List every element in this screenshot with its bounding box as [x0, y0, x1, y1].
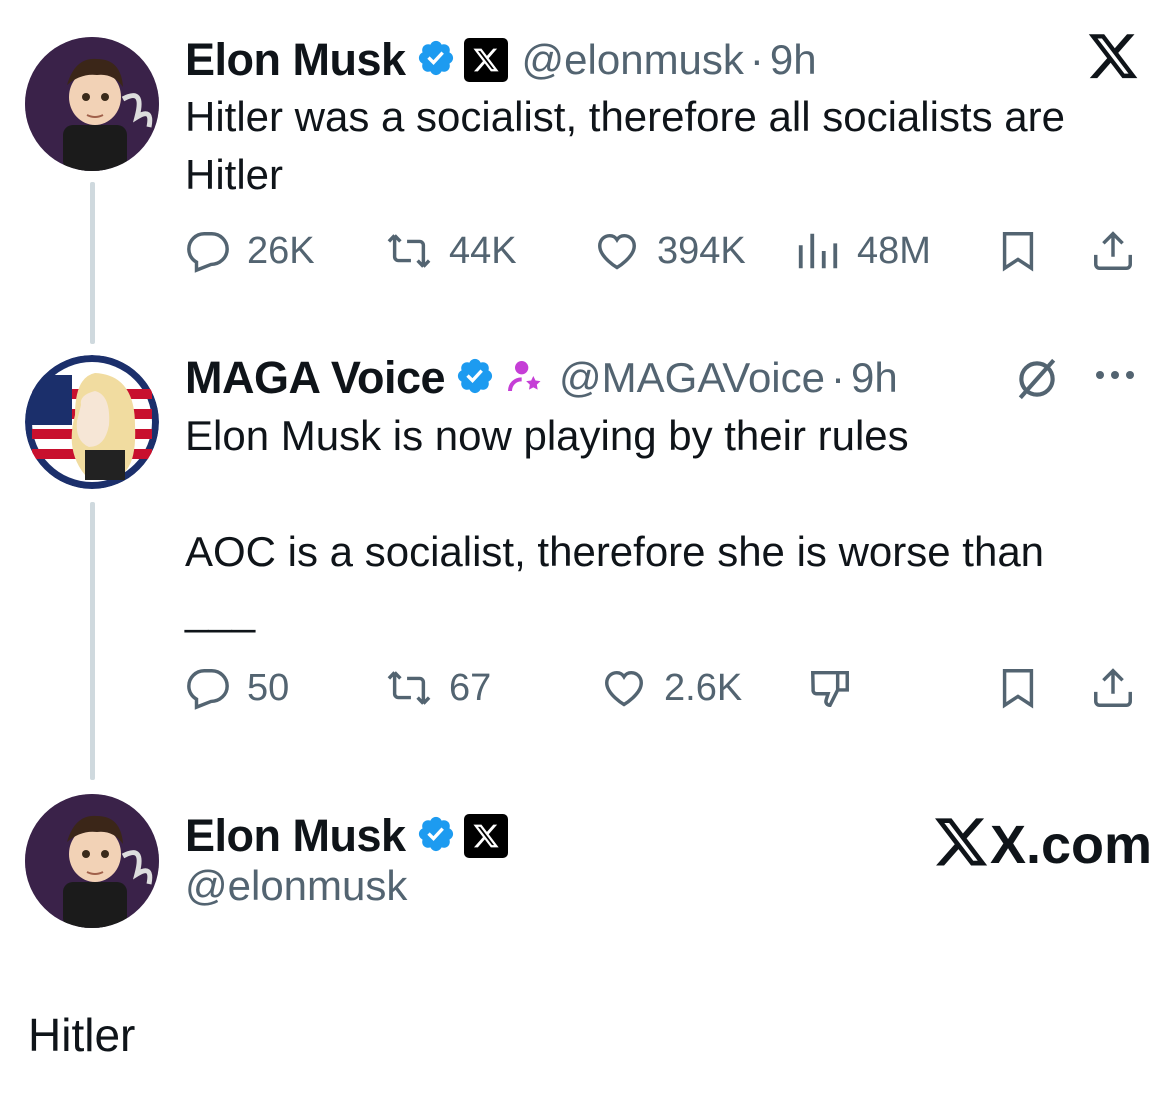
author-handle[interactable]: @elonmusk [185, 862, 407, 910]
reply-count: 26K [247, 229, 315, 272]
views-icon [798, 233, 838, 269]
tweet2-actions: 50 67 2.6K [185, 665, 1140, 715]
tweet1-header: Elon Musk @elonmusk · 9h [185, 30, 817, 90]
author-name[interactable]: MAGA Voice [185, 352, 446, 404]
like-count: 2.6K [664, 666, 743, 709]
like-button[interactable]: 394K [593, 228, 746, 274]
author-handle[interactable]: @MAGAVoice [559, 354, 825, 402]
tweet1-text-line1: Hitler was a socialist, therefore all so… [185, 93, 1065, 140]
like-button[interactable]: 2.6K [600, 665, 742, 711]
x-logo-icon[interactable] [1086, 34, 1140, 89]
more-icon[interactable] [1090, 360, 1140, 395]
avatar-elon-musk[interactable] [25, 37, 159, 171]
views-count: 48M [857, 229, 931, 272]
dislike-button[interactable] [805, 665, 855, 716]
reply-button[interactable]: 50 [185, 665, 289, 711]
tweet1-actions: 26K 44K 394K 48M [185, 228, 1140, 278]
timestamp[interactable]: 9h [851, 354, 898, 402]
author-name[interactable]: Elon Musk [185, 34, 406, 86]
bookmark-button[interactable] [995, 228, 1041, 279]
reply-button[interactable]: 26K [185, 228, 315, 274]
verified-badge-icon [455, 356, 495, 401]
like-icon [605, 670, 643, 707]
author-name[interactable]: Elon Musk [185, 810, 406, 862]
tweet1-text: Hitler was a socialist, therefore all so… [185, 88, 1065, 204]
retweet-button[interactable]: 67 [385, 665, 491, 711]
like-count: 394K [657, 229, 746, 272]
avatar-maga-voice[interactable] [25, 355, 159, 489]
retweet-count: 67 [449, 666, 492, 709]
avatar-elon-musk[interactable] [25, 794, 159, 928]
retweet-button[interactable]: 44K [385, 228, 517, 274]
bookmark-icon [1002, 232, 1034, 272]
bookmark-button[interactable] [995, 665, 1041, 716]
verified-badge-icon [416, 814, 456, 859]
tweet2-text-line2: AOC is a socialist, therefore she is wor… [185, 528, 1045, 575]
dislike-icon [810, 670, 849, 707]
bookmark-icon [1002, 669, 1034, 709]
share-button[interactable] [1090, 665, 1136, 716]
views-button[interactable]: 48M [795, 228, 931, 274]
tweet2-text-line1: Elon Musk is now playing by their rules [185, 412, 909, 459]
share-button[interactable] [1090, 228, 1136, 279]
x-affiliate-icon [463, 814, 508, 858]
thread-line [90, 502, 95, 780]
timestamp[interactable]: 9h [770, 36, 817, 84]
grok-icon[interactable] [1012, 354, 1062, 409]
like-icon [598, 233, 636, 270]
author-handle[interactable]: @elonmusk [522, 36, 744, 84]
x-brand-text: X.com [990, 815, 1153, 875]
tweet3-header: Elon Musk [185, 806, 508, 866]
reply-icon [187, 232, 229, 273]
tweet1-text-line2: Hitler [185, 151, 284, 198]
separator-dot: · [749, 36, 764, 83]
reply-count: 50 [247, 666, 290, 709]
retweet-count: 44K [449, 229, 517, 272]
tweet2-text-line3: ___ [185, 586, 256, 633]
x-affiliate-icon [463, 38, 508, 82]
tweet2-text: Elon Musk is now playing by their rules … [185, 407, 1044, 639]
separator-dot: · [831, 354, 845, 401]
tweet3-text: Hitler [28, 1009, 136, 1061]
tweet2-header: MAGA Voice @MAGAVoice · 9h [185, 348, 898, 408]
verified-badge-icon [416, 38, 456, 83]
thread-line [90, 182, 95, 344]
share-icon [1094, 668, 1132, 707]
share-icon [1094, 231, 1132, 270]
x-brand: X.com [932, 814, 1152, 876]
retweet-icon [387, 234, 431, 268]
reply-icon [187, 669, 229, 710]
subscriber-icon [505, 356, 545, 401]
retweet-icon [387, 671, 431, 705]
